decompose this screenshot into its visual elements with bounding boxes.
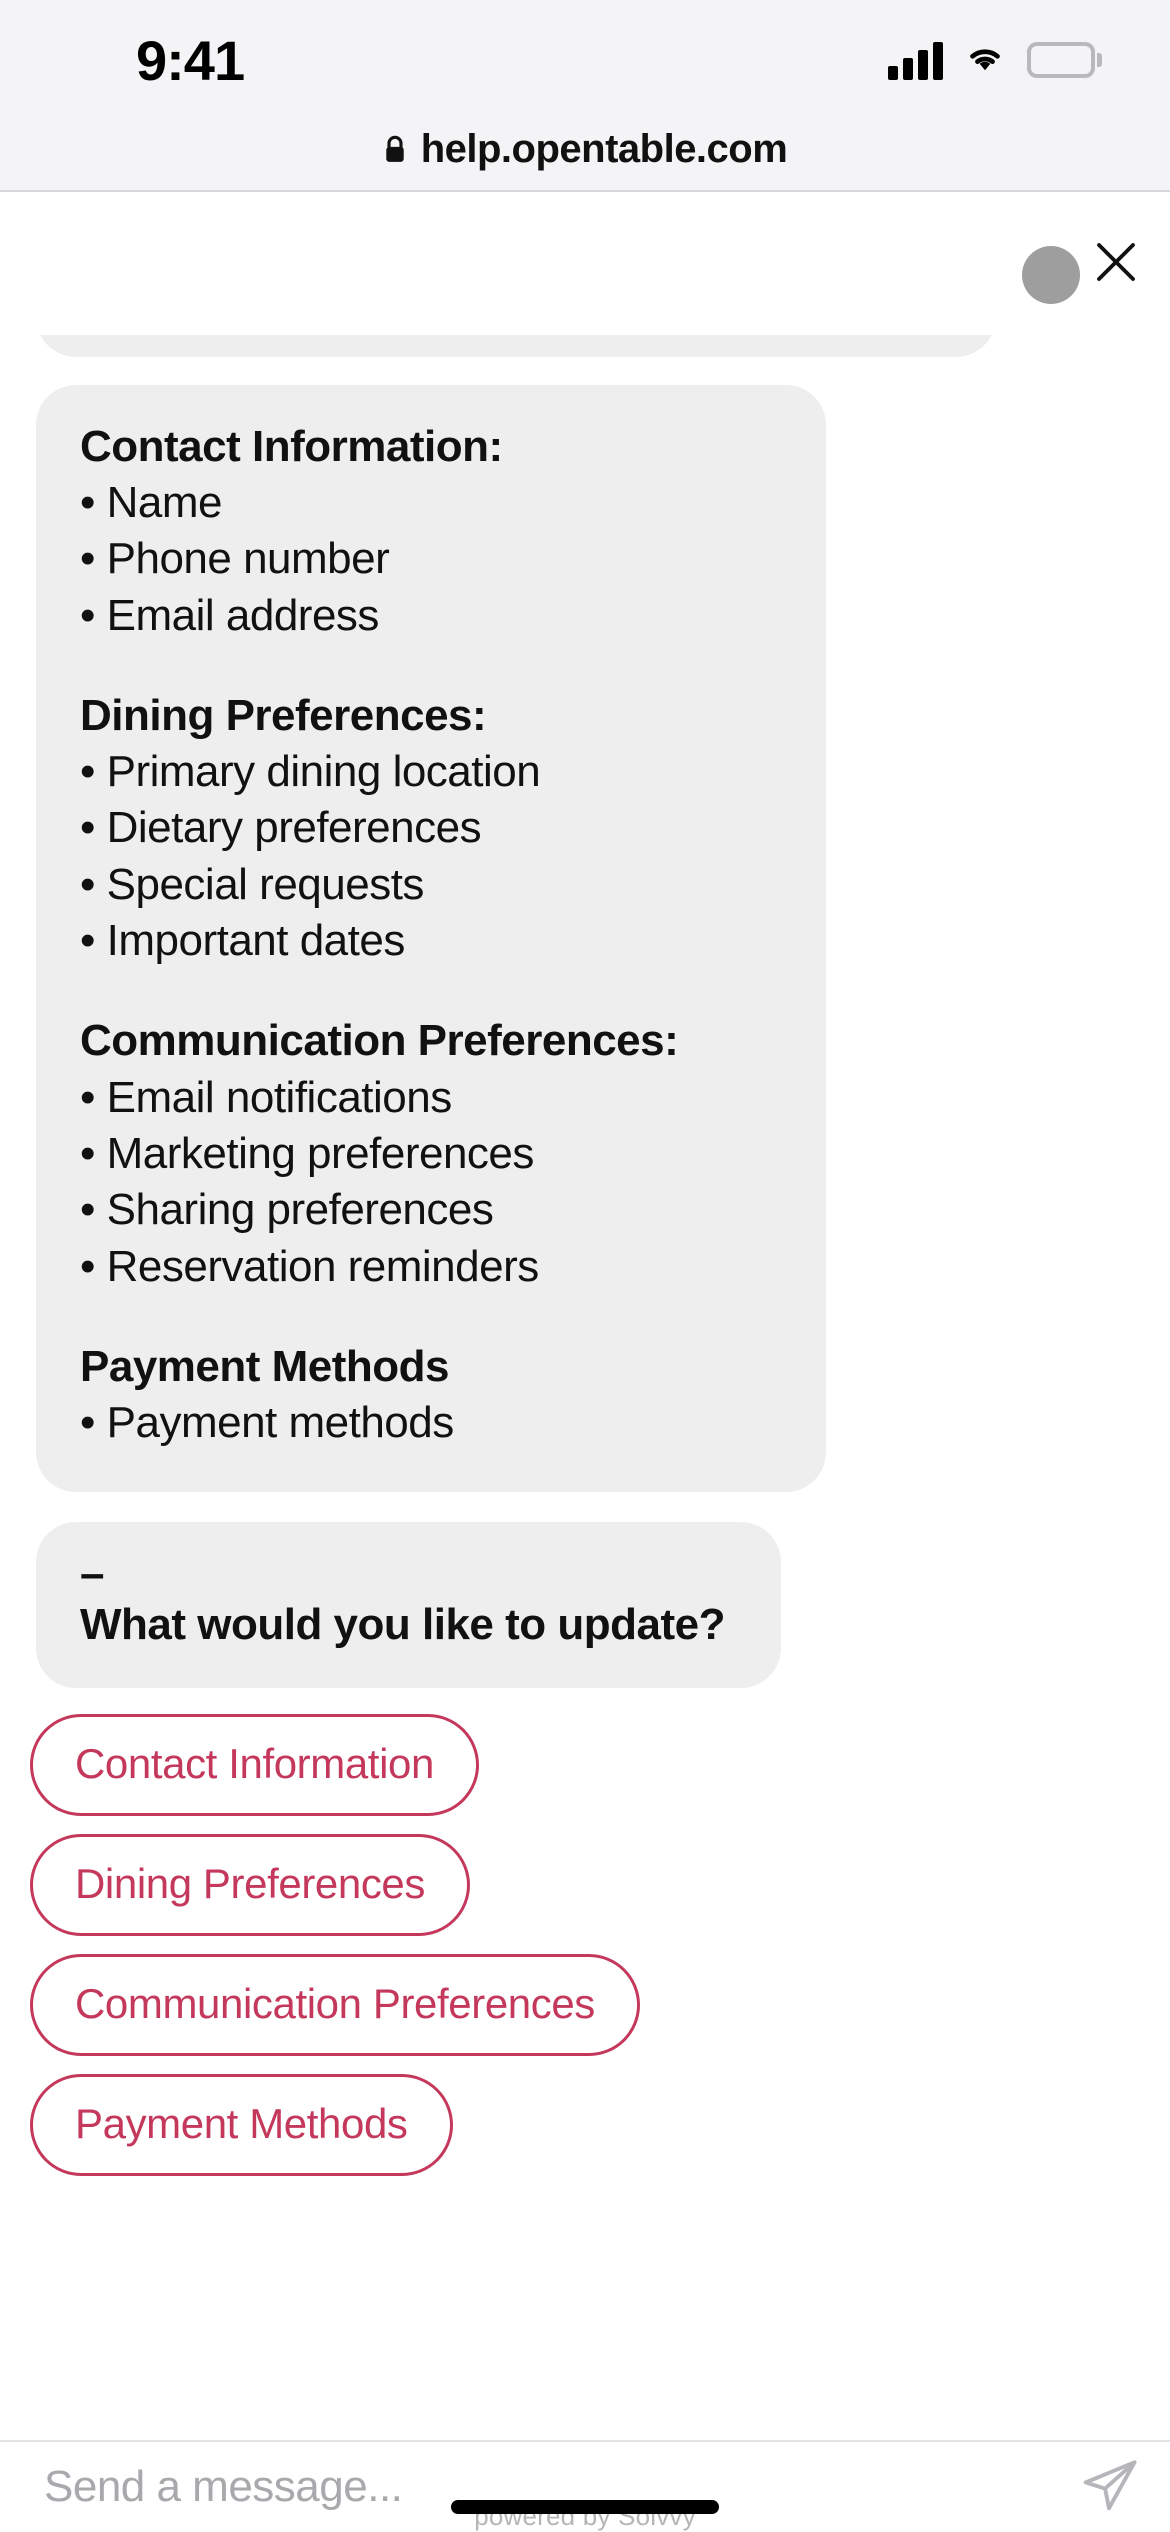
close-icon (1092, 238, 1140, 291)
section-heading: Contact Information: (80, 421, 503, 471)
url-text: help.opentable.com (420, 126, 788, 171)
info-section-contact: Contact Information: • Name • Phone numb… (80, 419, 782, 644)
browser-url-bar[interactable]: help.opentable.com (0, 108, 1170, 190)
chat-message-list[interactable]: – Contact Information: • Name • Phone nu… (0, 335, 1170, 2440)
status-bar-time: 9:41 (136, 29, 245, 92)
browser-chrome: 9:41 help.opentable.com (0, 0, 1170, 192)
message-bubble-question: – What would you like to update? (36, 1521, 781, 1688)
quick-reply-payment-methods[interactable]: Payment Methods (30, 2073, 453, 2176)
section-item: • Phone number (80, 534, 390, 584)
quick-reply-group: Contact Information Dining Preferences C… (0, 1713, 1170, 2176)
quick-reply-dining-preferences[interactable]: Dining Preferences (30, 1833, 470, 1936)
section-heading: Payment Methods (80, 1341, 450, 1391)
section-item: • Primary dining location (80, 747, 541, 797)
section-item: • Sharing preferences (80, 1185, 494, 1235)
home-indicator (451, 2500, 719, 2514)
info-section-dining: Dining Preferences: • Primary dining loc… (80, 688, 782, 970)
cellular-bars-icon (888, 40, 943, 80)
info-section-payment: Payment Methods • Payment methods (80, 1339, 782, 1452)
section-item: • Email notifications (80, 1072, 452, 1122)
agent-avatar (1022, 246, 1080, 304)
wifi-icon (963, 38, 1007, 81)
status-bar: 9:41 (0, 0, 1170, 108)
info-section-communication: Communication Preferences: • Email notif… (80, 1013, 782, 1295)
section-heading: Communication Preferences: (80, 1016, 679, 1066)
section-item: • Name (80, 477, 223, 527)
section-item: • Special requests (80, 859, 424, 909)
quick-reply-contact-information[interactable]: Contact Information (30, 1713, 479, 1816)
section-item: • Important dates (80, 916, 405, 966)
close-button[interactable] (1084, 232, 1148, 296)
section-item: • Reservation reminders (80, 1241, 539, 1291)
question-text: What would you like to update? (80, 1600, 725, 1650)
bubble-dash: – (80, 1548, 105, 1598)
chat-widget-header (0, 194, 1170, 335)
message-bubble-info: Contact Information: • Name • Phone numb… (36, 384, 826, 1492)
section-heading: Dining Preferences: (80, 690, 487, 740)
battery-full-icon (1027, 41, 1102, 78)
section-item: • Email address (80, 590, 379, 640)
quick-reply-communication-preferences[interactable]: Communication Preferences (30, 1953, 640, 2056)
section-item: • Dietary preferences (80, 803, 482, 853)
status-bar-icons (888, 38, 1102, 81)
section-item: • Marketing preferences (80, 1129, 534, 1179)
section-item: • Payment methods (80, 1398, 454, 1448)
message-bubble-previous: – (36, 335, 996, 357)
lock-icon (383, 134, 407, 164)
